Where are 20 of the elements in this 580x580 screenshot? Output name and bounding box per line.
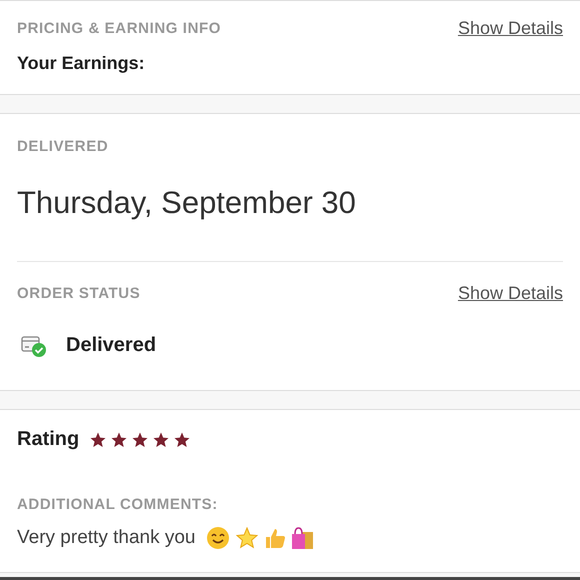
earnings-label: Your Earnings: xyxy=(17,53,146,74)
star-icon xyxy=(173,430,192,448)
section-heading: ADDITIONAL COMMENTS: xyxy=(17,496,219,513)
star-icon xyxy=(110,430,128,448)
delivery-date: Thursday, September 30 xyxy=(17,185,357,221)
star-icon xyxy=(234,526,260,550)
section-heading: PRICING & EARNING INFO xyxy=(17,20,222,37)
show-details-link[interactable]: Show Details xyxy=(458,283,563,304)
section-heading: ORDER STATUS xyxy=(17,285,140,302)
smiley-icon xyxy=(206,526,230,550)
order-status-text: Delivered xyxy=(66,334,156,356)
shopping-bags-icon xyxy=(290,526,314,550)
comment-text: Very pretty thank you xyxy=(17,527,196,549)
star-icon xyxy=(89,430,108,448)
star-icon xyxy=(131,430,150,448)
rating-label: Rating xyxy=(17,428,80,451)
section-heading: DELIVERED xyxy=(17,138,110,155)
star-icon xyxy=(152,430,170,448)
show-details-link[interactable]: Show Details xyxy=(458,18,563,39)
thumbs-up-icon xyxy=(264,526,286,550)
